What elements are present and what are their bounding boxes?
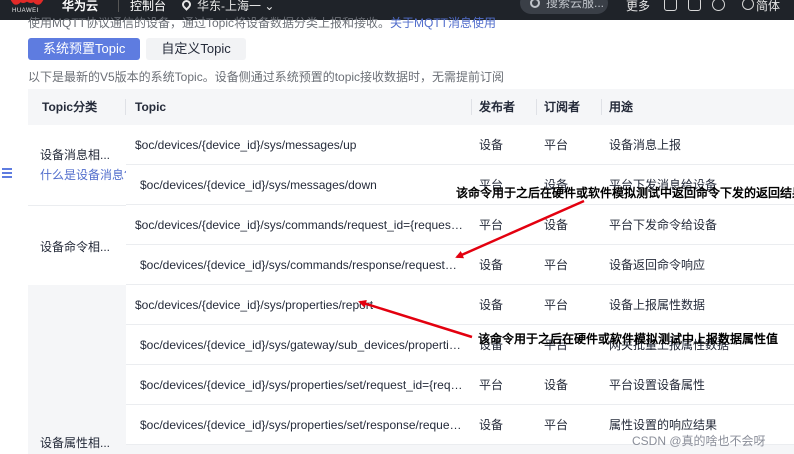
purpose-cell: 平台设置设备属性 — [609, 378, 706, 392]
system-topic-table: Topic分类 Topic 发布者 订阅者 用途 设备消息相... 什么是设备消… — [28, 89, 794, 454]
table-row: $oc/devices/{device_id}/sys/messages/up … — [126, 125, 794, 165]
annotation-commands: 该命令用于之后在硬件或软件模拟测试中返回命令下发的返回结果 — [456, 186, 794, 200]
group-label-properties: 设备属性相... — [40, 436, 111, 450]
table-row: $oc/devices/{device_id}/sys/commands/res… — [126, 245, 794, 285]
menu-toggle-icon[interactable] — [0, 166, 14, 180]
group-device-commands: 设备命令相... $oc/devices/{device_id}/sys/com… — [28, 205, 794, 285]
table-row: $oc/devices/{device_id}/sys/commands/req… — [126, 205, 794, 245]
subscriber-cell: 设备 — [544, 378, 569, 392]
what-is-device-message-link[interactable]: 什么是设备消息? — [40, 166, 131, 183]
console-link[interactable]: 控制台 — [130, 0, 166, 14]
header-subscriber: 订阅者 — [544, 100, 581, 114]
subscriber-cell: 平台 — [544, 138, 569, 152]
subscriber-cell: 平台 — [544, 298, 569, 312]
header-topic-category: Topic分类 — [42, 100, 98, 114]
topic-tabs: 系统预置Topic 自定义Topic — [28, 38, 246, 60]
intro-body: 使用MQTT协议通信的设备，通过Topic将设备数据分类上报和接收。 — [28, 16, 391, 30]
table-row: $oc/devices/{device_id}/sys/properties/s… — [126, 365, 794, 405]
group-label-commands: 设备命令相... — [40, 240, 111, 254]
topic-description: 以下是最新的V5版本的系统Topic。设备侧通过系统预置的topic接收数据时，… — [28, 70, 505, 84]
publisher-cell: 平台 — [479, 378, 504, 392]
brand-name[interactable]: 华为云 — [62, 0, 98, 14]
subscriber-cell: 平台 — [544, 258, 569, 272]
region-selector[interactable]: 华东-上海一 ⌄ — [182, 0, 274, 14]
region-label: 华东-上海一 — [197, 0, 261, 13]
intro-text: 使用MQTT协议通信的设备，通过Topic将设备数据分类上报和接收。关于MQTT… — [28, 14, 496, 31]
publisher-cell: 设备 — [479, 138, 504, 152]
subscriber-cell: 平台 — [544, 418, 569, 432]
table-row: $oc/devices/{device_id}/sys/properties/r… — [126, 285, 794, 325]
purpose-cell: 设备上报属性数据 — [609, 298, 706, 312]
topic-cell: $oc/devices/{device_id}/sys/properties/s… — [140, 418, 463, 432]
language-switch[interactable]: 简体 — [756, 0, 780, 14]
csdn-watermark: CSDN @真的啥也不会呀 — [632, 434, 766, 448]
fullscreen-icon[interactable] — [664, 0, 677, 11]
topic-cell: $oc/devices/{device_id}/sys/messages/up — [135, 138, 357, 152]
message-icon[interactable] — [688, 0, 701, 11]
topic-cell: $oc/devices/{device_id}/sys/gateway/sub_… — [140, 338, 463, 352]
annotation-properties: 该命令用于之后在硬件或软件模拟测试中上报数据属性值 — [478, 332, 779, 346]
huawei-logo[interactable]: HUAWEI — [6, 0, 52, 15]
purpose-cell: 平台下发命令给设备 — [609, 218, 718, 232]
table-header: Topic分类 Topic 发布者 订阅者 用途 — [28, 89, 794, 125]
tab-system-topic[interactable]: 系统预置Topic — [28, 38, 141, 60]
publisher-cell: 设备 — [479, 298, 504, 312]
subscriber-cell: 设备 — [544, 218, 569, 232]
publisher-cell: 设备 — [479, 258, 504, 272]
group-label-messages: 设备消息相... — [40, 148, 111, 162]
topic-cell: $oc/devices/{device_id}/sys/commands/req… — [135, 218, 463, 232]
group-device-properties: 设备属性相... $oc/devices/{device_id}/sys/pro… — [28, 285, 794, 454]
header-topic: Topic — [135, 100, 167, 114]
purpose-cell: 设备返回命令响应 — [609, 258, 706, 272]
header-publisher: 发布者 — [479, 100, 516, 114]
globe-icon — [742, 0, 754, 10]
purpose-cell: 设备消息上报 — [609, 138, 682, 152]
topic-cell: $oc/devices/{device_id}/sys/properties/r… — [135, 298, 374, 312]
mqtt-usage-link[interactable]: 关于MQTT消息使用 — [390, 16, 496, 30]
publisher-cell: 平台 — [479, 218, 504, 232]
tab-custom-topic[interactable]: 自定义Topic — [146, 38, 246, 60]
topic-cell: $oc/devices/{device_id}/sys/commands/res… — [140, 258, 463, 272]
topic-cell: $oc/devices/{device_id}/sys/properties/s… — [140, 378, 463, 392]
help-icon[interactable] — [712, 0, 725, 11]
header-purpose: 用途 — [609, 100, 634, 114]
publisher-cell: 设备 — [479, 418, 504, 432]
chevron-down-icon: ⌄ — [264, 0, 275, 13]
topic-cell: $oc/devices/{device_id}/sys/messages/dow… — [140, 178, 377, 192]
more-menu[interactable]: 更多 — [626, 0, 650, 14]
